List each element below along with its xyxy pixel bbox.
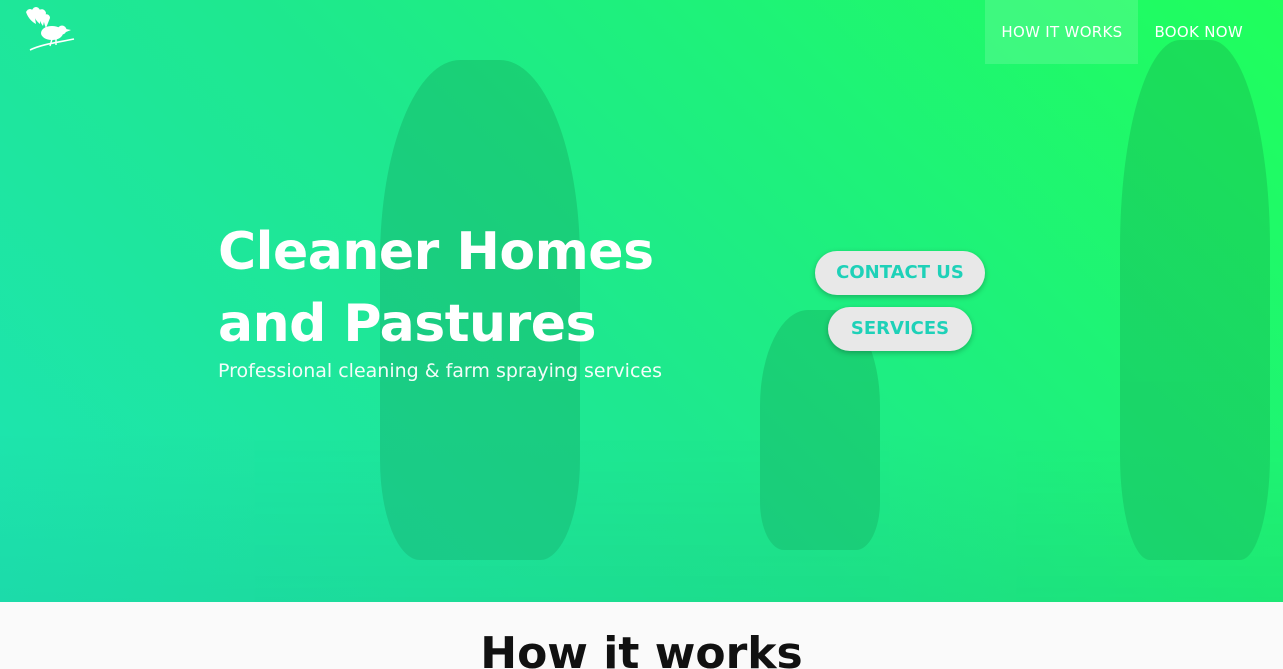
hero-subtitle: Professional cleaning & farm spraying se…	[218, 360, 662, 382]
top-nav: HOW IT WORKS BOOK NOW	[985, 0, 1259, 64]
hero-title: Cleaner Homes and Pastures	[218, 222, 654, 354]
nav-book-now[interactable]: BOOK NOW	[1138, 0, 1259, 64]
fantail-bird-icon[interactable]	[22, 6, 76, 54]
contact-us-button[interactable]: CONTACT US	[815, 251, 985, 295]
services-button[interactable]: SERVICES	[828, 307, 972, 351]
hero-section: HOW IT WORKS BOOK NOW Cleaner Homes and …	[0, 0, 1283, 602]
nav-how-it-works[interactable]: HOW IT WORKS	[985, 0, 1139, 64]
how-it-works-heading: How it works	[480, 628, 803, 669]
